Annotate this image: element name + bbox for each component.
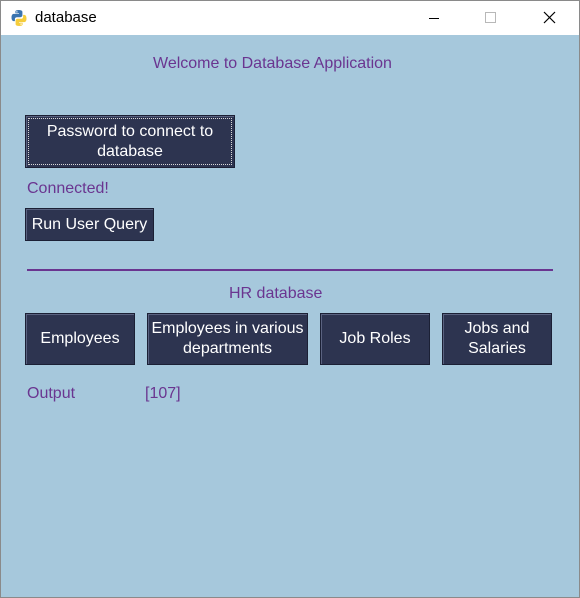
employees-button[interactable]: Employees [25, 313, 135, 365]
connection-status: Connected! [27, 180, 109, 197]
app-window: database Welcome to Database Application… [0, 0, 580, 598]
maximize-button[interactable] [467, 1, 513, 35]
python-logo-icon [10, 9, 28, 27]
main-content: Welcome to Database Application Password… [1, 35, 579, 597]
title-bar[interactable]: database [1, 1, 579, 35]
maximize-icon [485, 12, 496, 23]
employees-departments-button[interactable]: Employees in various departments [147, 313, 308, 365]
password-connect-button[interactable]: Password to connect to database [25, 115, 235, 168]
minimize-button[interactable] [411, 1, 457, 35]
job-roles-button[interactable]: Job Roles [320, 313, 430, 365]
output-value: [107] [145, 385, 181, 402]
minimize-icon [429, 18, 439, 19]
welcome-heading: Welcome to Database Application [153, 55, 392, 72]
run-user-query-button[interactable]: Run User Query [25, 208, 154, 241]
close-icon [543, 11, 556, 24]
window-title: database [35, 9, 97, 26]
section-divider [27, 269, 553, 271]
hr-database-label: HR database [229, 285, 323, 302]
jobs-salaries-button[interactable]: Jobs and Salaries [442, 313, 552, 365]
close-button[interactable] [526, 1, 572, 35]
output-label: Output [27, 385, 76, 402]
